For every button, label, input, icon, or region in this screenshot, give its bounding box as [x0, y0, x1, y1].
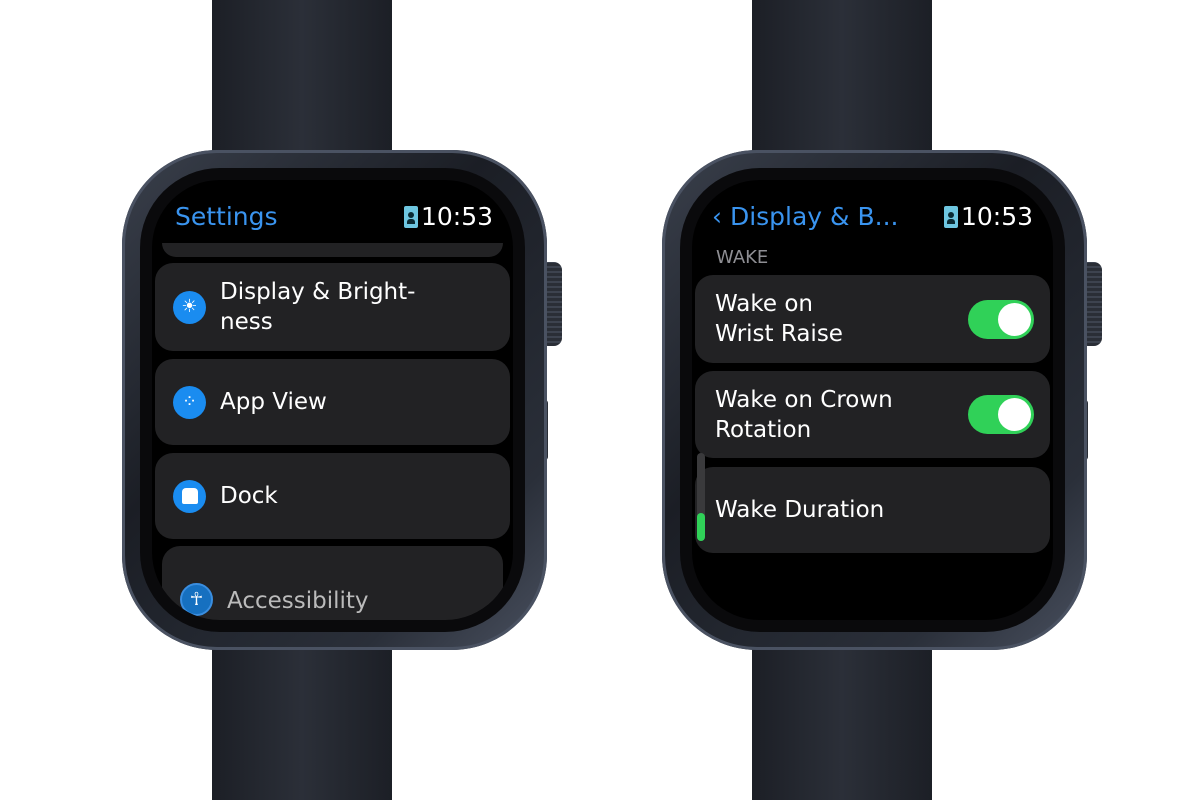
item-label: Wake on Wrist Raise	[715, 291, 843, 347]
list-item-dock[interactable]: Dock	[155, 453, 510, 539]
chevron-left-icon: ‹	[712, 202, 730, 231]
id-badge-icon	[943, 205, 958, 228]
list-item-wake-duration[interactable]: Wake Duration	[695, 467, 1050, 553]
clock-time: 10:53	[420, 202, 493, 231]
item-label: Wake Duration	[715, 497, 885, 523]
sun-icon: ☀	[173, 290, 206, 324]
id-badge-icon	[403, 205, 418, 228]
crown-rotation-toggle[interactable]	[968, 395, 1034, 434]
app-grid-icon: ⁘	[173, 385, 206, 419]
scroll-thumb[interactable]	[697, 513, 705, 541]
scrollbar[interactable]	[697, 453, 705, 541]
watch-screen-display: ‹ Display & B... 10:53 WAKE Wake on Wris…	[692, 180, 1053, 620]
list-item-wake-crown-rotation[interactable]: Wake on Crown Rotation	[695, 371, 1050, 458]
item-label: App View	[220, 389, 327, 415]
list-item-wake-wrist-raise[interactable]: Wake on Wrist Raise	[695, 275, 1050, 363]
item-label: Accessibility	[227, 588, 369, 614]
status-bar: ‹ Display & B... 10:53	[692, 202, 1053, 238]
clock-time: 10:53	[960, 202, 1033, 231]
watch-case: Settings 10:53 ☀ Display & Bright- ness …	[122, 150, 547, 650]
wrist-raise-toggle[interactable]	[968, 299, 1034, 339]
list-item-partial	[162, 243, 503, 257]
list-item-display-brightness[interactable]: ☀ Display & Bright- ness	[155, 263, 510, 351]
back-button[interactable]: ‹ Display & B...	[712, 202, 898, 231]
section-header: WAKE	[716, 247, 769, 268]
list-item-accessibility[interactable]: ☥ Accessibility	[162, 546, 503, 620]
dock-icon	[173, 479, 206, 513]
list-item-app-view[interactable]: ⁘ App View	[155, 359, 510, 445]
item-label: Dock	[220, 483, 278, 509]
page-title: Settings	[175, 202, 278, 231]
watch-screen-settings: Settings 10:53 ☀ Display & Bright- ness …	[152, 180, 513, 620]
item-label: Display & Bright- ness	[220, 279, 416, 335]
accessibility-icon: ☥	[180, 583, 213, 616]
status-bar: Settings 10:53	[152, 202, 513, 238]
item-label: Wake on Crown Rotation	[715, 386, 893, 443]
watch-case: ‹ Display & B... 10:53 WAKE Wake on Wris…	[662, 150, 1087, 650]
